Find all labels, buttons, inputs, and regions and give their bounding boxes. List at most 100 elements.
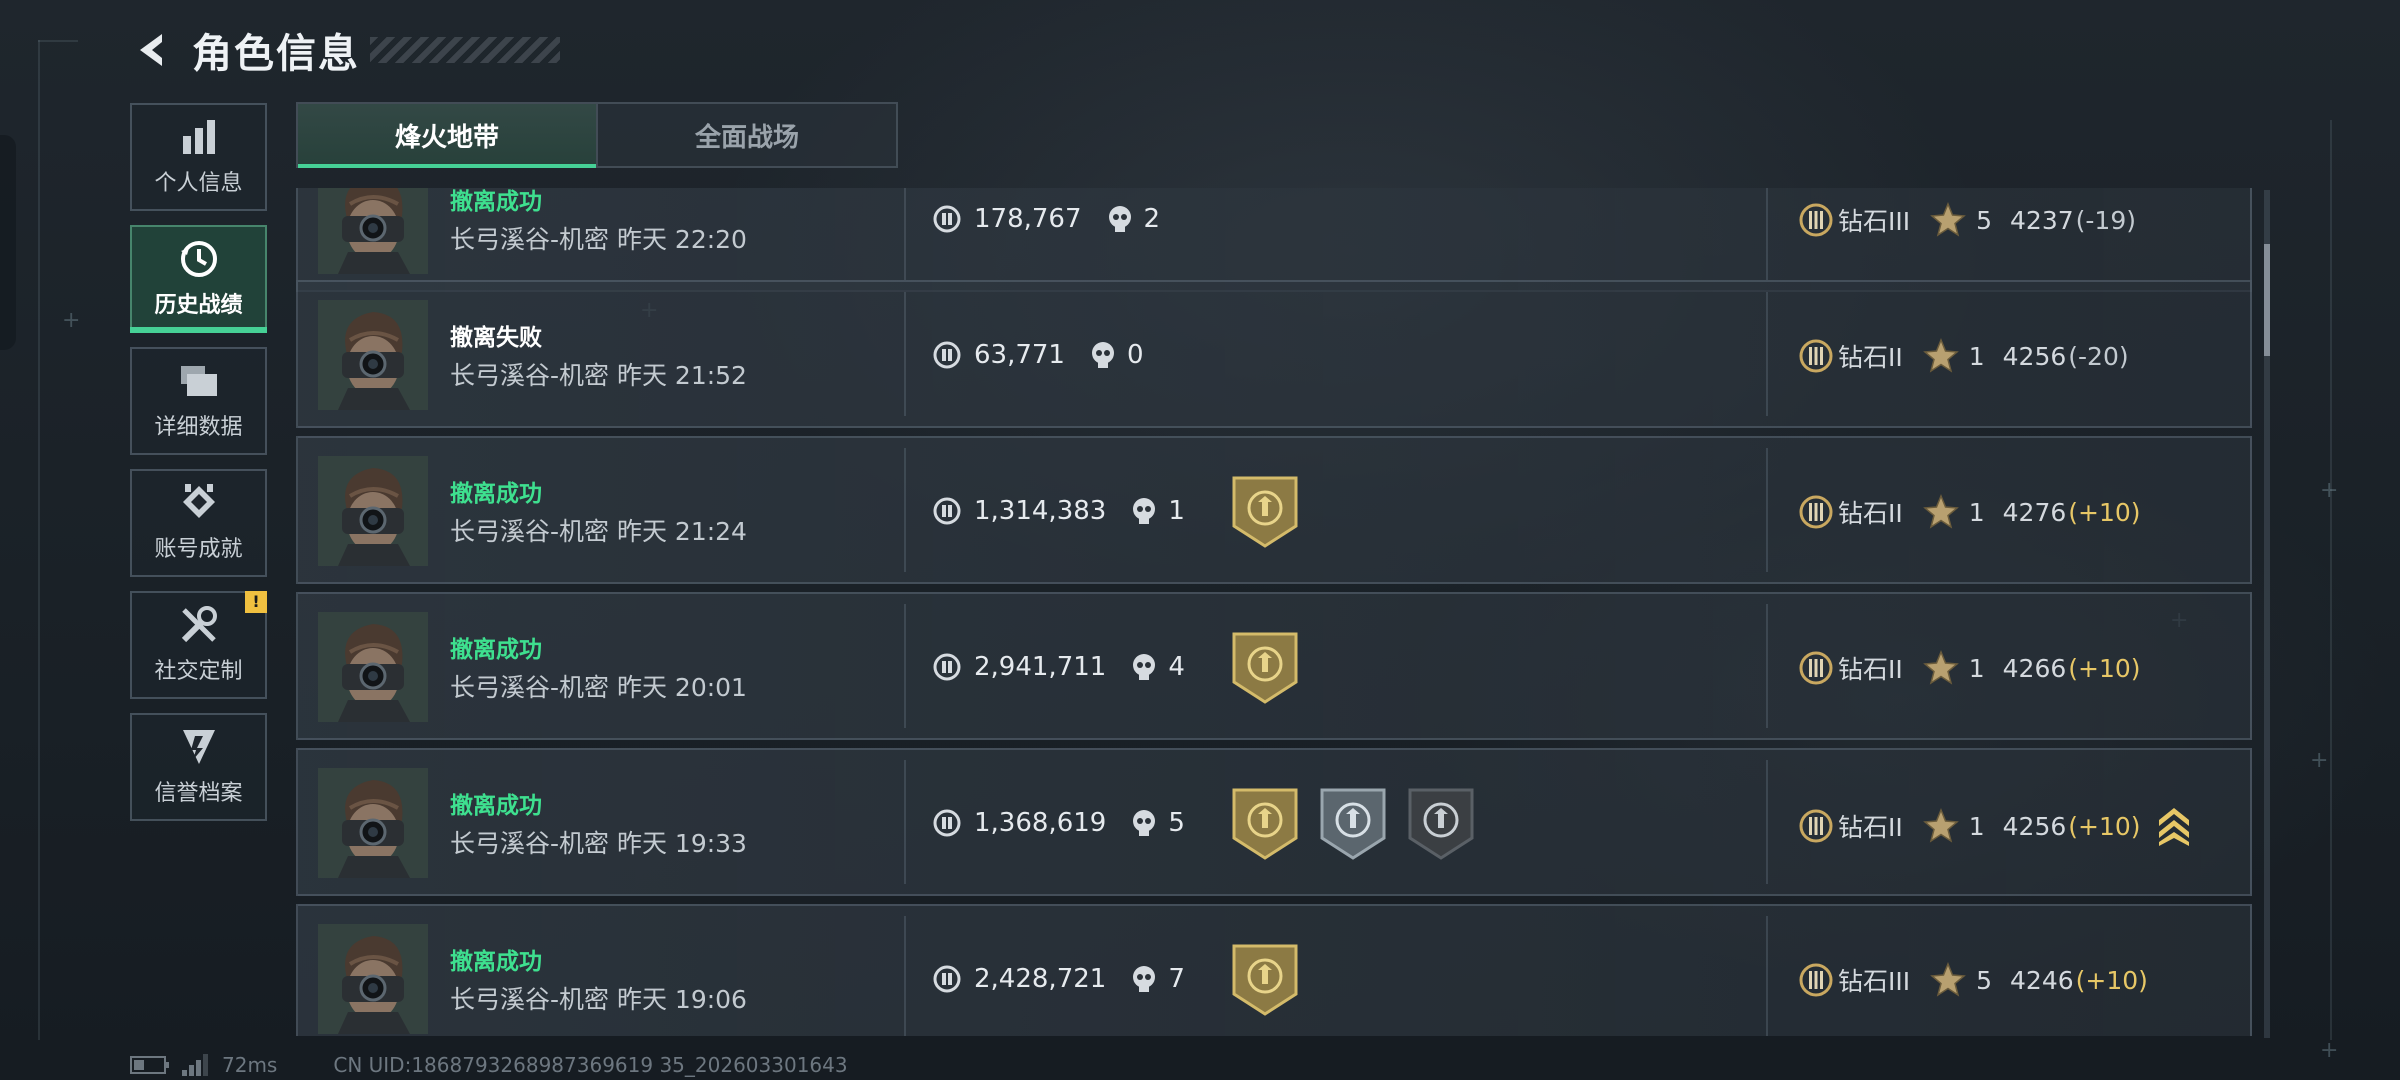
match-record-row[interactable]: 撤离成功 长弓溪谷-机密 昨天 19:33 1,368,619 5 钻石II 1… [296, 748, 2252, 896]
rank-group: 钻石II 1 4256 (-20) [1798, 338, 2129, 374]
sidebar-item-personal-info[interactable]: 个人信息 [130, 103, 267, 211]
list-scrollbar[interactable] [2264, 190, 2270, 1038]
match-record-row[interactable]: 撤离成功 长弓溪谷-机密 昨天 20:01 2,941,711 4 钻石II 1… [296, 592, 2252, 740]
rank-emblem-icon [1799, 651, 1833, 685]
ping-text: 72ms [222, 1053, 278, 1077]
stats-group: 2,941,711 4 [932, 652, 1185, 682]
kill-skull-icon [1133, 654, 1156, 680]
page-header: 角色信息 [130, 22, 560, 78]
sidebar-item-social-custom[interactable]: ! 社交定制 [130, 591, 267, 699]
rank-group: 钻石III 5 4237 (-19) [1798, 202, 2136, 238]
score-delta: (+10) [2068, 811, 2141, 841]
star-count: 5 [1976, 965, 1993, 995]
sidebar-item-label: 个人信息 [154, 171, 243, 196]
score-delta: (-20) [2068, 341, 2129, 371]
match-record-row[interactable]: 撤离成功 长弓溪谷-机密 昨天 22:20 178,767 2 钻石III 5 … [296, 188, 2252, 292]
scrollbar-thumb[interactable] [2264, 244, 2270, 356]
kill-skull-icon [1133, 810, 1156, 836]
gold-wreath-badge-icon [1232, 788, 1298, 860]
sidebar-item-history[interactable]: 历史战绩 [130, 225, 267, 333]
kill-count: 0 [1126, 340, 1144, 370]
operator-avatar [318, 300, 428, 410]
column-divider [904, 188, 906, 280]
stats-group: 63,771 0 [932, 340, 1144, 370]
tools-icon [177, 605, 221, 645]
tab-full-battlefield[interactable]: 全面战场 [596, 104, 896, 166]
uid-text: CN UID:1868793268987369619 35_2026033016… [333, 1053, 848, 1077]
alert-badge: ! [245, 591, 267, 613]
history-clock-icon [177, 239, 221, 279]
left-edge-handle [0, 135, 16, 350]
score-delta: (-19) [2075, 205, 2136, 235]
column-divider [904, 760, 906, 884]
rank-emblem-icon [1799, 203, 1833, 237]
match-result: 撤离成功 [450, 793, 542, 819]
stats-group: 2,428,721 7 [932, 964, 1185, 994]
map-and-time: 长弓溪谷-机密 昨天 19:06 [450, 985, 747, 1014]
kill-count: 1 [1168, 496, 1185, 526]
rank-name: 钻石III [1838, 207, 1911, 236]
match-record-row[interactable]: 撤离成功 长弓溪谷-机密 昨天 19:06 2,428,721 7 钻石III … [296, 904, 2252, 1036]
battery-icon [130, 1056, 169, 1074]
operator-avatar [318, 924, 428, 1034]
stats-group: 1,368,619 5 [932, 808, 1185, 838]
rank-score: 4237 [2010, 205, 2074, 235]
grid-cross-icon: + [2310, 748, 2329, 773]
match-record-row[interactable]: 撤离成功 长弓溪谷-机密 昨天 21:24 1,314,383 1 钻石II 1… [296, 436, 2252, 584]
achievement-icon [177, 483, 221, 523]
back-button[interactable] [130, 28, 174, 72]
rank-score: 4256 [2002, 811, 2067, 841]
rank-emblem-icon [1799, 339, 1833, 373]
sidebar-item-credit-record[interactable]: 信誉档案 [130, 713, 267, 821]
sidebar-item-label: 社交定制 [154, 659, 243, 684]
star-icon [1930, 962, 1967, 997]
match-result: 撤离成功 [450, 637, 542, 663]
grid-cross-icon: + [62, 308, 81, 333]
medal-badges [1230, 786, 1476, 862]
column-divider [904, 448, 906, 572]
column-divider [904, 292, 906, 416]
rank-score: 4266 [2002, 653, 2067, 683]
column-divider [1766, 448, 1768, 572]
map-and-time: 长弓溪谷-机密 昨天 19:33 [450, 829, 747, 858]
rank-name: 钻石II [1838, 343, 1903, 372]
page-title: 角色信息 [192, 31, 360, 77]
score-delta: (+10) [2075, 965, 2148, 995]
map-and-time: 长弓溪谷-机密 昨天 21:24 [450, 517, 747, 546]
medal-badges [1230, 474, 1300, 550]
loot-value: 1,368,619 [974, 808, 1107, 838]
rank-up-chevron-icon [2158, 808, 2189, 846]
column-divider [1766, 760, 1768, 884]
frame-line [2330, 120, 2332, 1040]
loot-value: 2,428,721 [974, 964, 1107, 994]
sidebar: 个人信息 历史战绩 详细数据 账号成就 ! 社交定制 信誉档案 [130, 103, 267, 835]
frame-line [38, 40, 40, 1040]
match-result: 撤离失败 [450, 325, 542, 351]
match-result: 撤离成功 [450, 189, 542, 215]
operator-avatar [318, 612, 428, 722]
rank-group: 钻石III 5 4246 (+10) [1798, 962, 2148, 998]
star-count: 5 [1976, 205, 1993, 235]
rank-name: 钻石II [1838, 813, 1903, 842]
map-and-time: 长弓溪谷-机密 昨天 22:20 [450, 225, 747, 254]
column-divider [1766, 188, 1768, 280]
medal-badges [1230, 630, 1300, 706]
kill-count: 7 [1168, 964, 1185, 994]
sidebar-item-achievements[interactable]: 账号成就 [130, 469, 267, 577]
operator-avatar [318, 456, 428, 566]
rank-name: 钻石III [1838, 967, 1911, 996]
tab-hazard-zone[interactable]: 烽火地带 [298, 104, 596, 168]
star-icon [1922, 494, 1959, 529]
frame-line [38, 40, 78, 42]
operator-avatar [318, 188, 428, 274]
stats-group: 1,314,383 1 [932, 496, 1185, 526]
column-divider [904, 604, 906, 728]
column-divider [1766, 604, 1768, 728]
kill-skull-icon [1133, 966, 1156, 992]
column-divider [1766, 292, 1768, 416]
match-record-row[interactable]: 撤离失败 长弓溪谷-机密 昨天 21:52 63,771 0 钻石II 1 42… [296, 280, 2252, 428]
column-divider [904, 916, 906, 1036]
sidebar-item-detailed-data[interactable]: 详细数据 [130, 347, 267, 455]
grid-cross-icon: + [2320, 478, 2339, 503]
coin-value-icon [933, 341, 961, 369]
